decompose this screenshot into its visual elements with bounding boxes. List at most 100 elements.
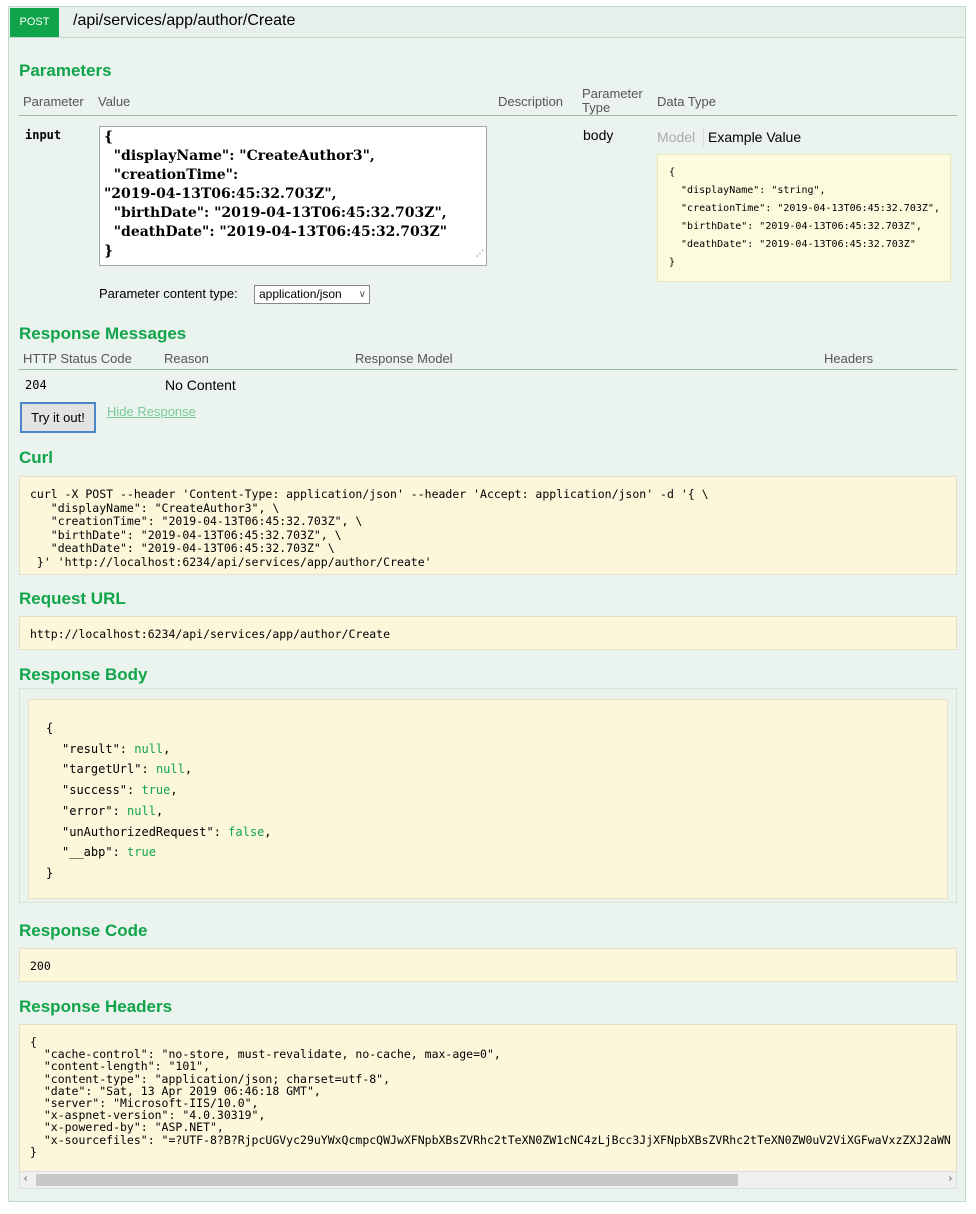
operation-header[interactable]: POST /api/services/app/author/Create	[9, 7, 965, 38]
try-it-out-button[interactable]: Try it out!	[20, 402, 96, 433]
example-line: "deathDate": "2019-04-13T06:45:32.703Z"	[669, 239, 916, 250]
param-type-value: body	[583, 127, 614, 143]
json-value: null	[155, 762, 185, 777]
json-value: true	[141, 783, 171, 798]
json-key: "__abp"	[62, 845, 113, 860]
example-line: }	[669, 257, 676, 268]
curl-title: Curl	[19, 448, 53, 467]
scrollbar-thumb[interactable]	[36, 1174, 738, 1186]
col-parameter-type-line2: Type	[582, 100, 611, 115]
json-key: "result"	[62, 741, 120, 756]
json-entry: "targetUrl": null,	[46, 759, 947, 780]
response-code-value[interactable]: 200	[19, 948, 957, 982]
col-description: Description	[498, 94, 564, 109]
reason-value: No Content	[165, 377, 236, 393]
chevron-down-icon: ∨	[358, 289, 366, 300]
response-body-frame: {"result": null, "targetUrl": null, "succe…	[19, 688, 957, 903]
json-entry: "result": null,	[46, 739, 947, 760]
header-line: "content-length": "101",	[30, 1059, 211, 1074]
horizontal-scrollbar[interactable]: ‹ ›	[19, 1171, 957, 1189]
hide-response-link[interactable]: Hide Response	[107, 404, 196, 419]
tab-model[interactable]: Model	[657, 129, 695, 145]
json-brace: {	[46, 721, 54, 735]
scroll-right-icon[interactable]: ›	[949, 1173, 952, 1184]
param-value-line: {	[104, 129, 114, 145]
response-headers-title: Response Headers	[19, 997, 173, 1016]
curl-command[interactable]: curl -X POST --header 'Content-Type: app…	[19, 476, 957, 575]
scroll-left-icon[interactable]: ‹	[24, 1173, 27, 1184]
example-value-snippet[interactable]: { "displayName": "string", "creationTime…	[657, 154, 951, 282]
param-value-line: "birthDate": "2019-04-13T06:45:32.703Z",	[104, 205, 447, 221]
json-entry: "__abp": true	[46, 842, 947, 863]
curl-line: "birthDate": "2019-04-13T06:45:32.703Z",…	[30, 527, 342, 542]
response-body[interactable]: {"result": null, "targetUrl": null, "succe…	[28, 699, 948, 899]
param-name: input	[25, 128, 62, 142]
request-url-title: Request URL	[19, 589, 126, 608]
json-separator: ,	[184, 762, 193, 777]
json-key: "error"	[62, 803, 113, 818]
json-key: "targetUrl"	[62, 762, 142, 777]
json-colon: :	[112, 845, 128, 860]
json-value: true	[127, 845, 156, 860]
param-value-textarea[interactable]: { "displayName": "CreateAuthor3", "creat…	[99, 126, 487, 266]
parameters-title: Parameters	[19, 61, 112, 80]
json-colon: :	[141, 762, 156, 777]
tab-example-value[interactable]: Example Value	[708, 129, 801, 145]
header-line: "x-sourcefiles": "=?UTF-8?B?RjpcUGVyc29u…	[30, 1132, 951, 1147]
divider	[19, 369, 957, 370]
col-parameter-type-line1: Parameter	[582, 86, 643, 101]
col-parameter: Parameter	[23, 94, 84, 109]
curl-line: curl -X POST --header 'Content-Type: app…	[30, 487, 709, 501]
status-code-value: 204	[25, 378, 47, 392]
curl-line: "deathDate": "2019-04-13T06:45:32.703Z" …	[30, 541, 335, 555]
json-colon: :	[112, 803, 128, 818]
content-type-selected: application/json	[259, 287, 342, 301]
json-colon: :	[127, 783, 142, 798]
json-key: "success"	[62, 783, 128, 798]
divider	[19, 115, 957, 116]
json-value: null	[127, 803, 156, 818]
param-value-line: }	[104, 243, 114, 259]
json-value: false	[228, 824, 265, 839]
response-messages-title: Response Messages	[19, 324, 187, 343]
example-line: "birthDate": "2019-04-13T06:45:32.703Z",	[669, 221, 922, 232]
response-code-title: Response Code	[19, 921, 148, 940]
resize-grip-icon[interactable]: ⋰	[476, 244, 484, 263]
col-status-code: HTTP Status Code	[23, 351, 132, 366]
json-separator: ,	[264, 824, 272, 839]
col-response-model: Response Model	[355, 351, 453, 366]
content-type-select[interactable]: application/json ∨	[254, 285, 370, 304]
example-line: {	[669, 167, 676, 178]
header-line: "x-powered-by": "ASP.NET",	[30, 1120, 224, 1135]
json-colon: :	[119, 741, 135, 756]
tab-divider	[703, 127, 704, 147]
json-separator: ,	[163, 741, 171, 756]
request-url-value[interactable]: http://localhost:6234/api/services/app/a…	[19, 616, 957, 650]
http-method-badge: POST	[10, 8, 59, 37]
json-separator: ,	[155, 803, 164, 818]
json-entry: "success": true,	[46, 780, 947, 801]
param-value-line: "displayName": "CreateAuthor3",	[104, 148, 375, 164]
example-line: "creationTime": "2019-04-13T06:45:32.703…	[669, 203, 940, 214]
col-parameter-type: Parameter Type	[582, 87, 643, 115]
param-value-line: "deathDate": "2019-04-13T06:45:32.703Z"	[104, 224, 448, 240]
response-body-title: Response Body	[19, 665, 148, 684]
json-entry: "error": null,	[46, 801, 947, 822]
col-data-type: Data Type	[657, 94, 717, 109]
endpoint-path[interactable]: /api/services/app/author/Create	[73, 12, 295, 30]
json-value: null	[134, 741, 164, 756]
curl-line: "creationTime": "2019-04-13T06:45:32.703…	[30, 514, 363, 528]
operation-panel: POST /api/services/app/author/Create Par…	[8, 6, 966, 1202]
curl-line: "displayName": "CreateAuthor3", \	[30, 500, 280, 515]
json-brace: }	[46, 865, 54, 880]
json-entry: "unAuthorizedRequest": false,	[46, 822, 947, 843]
header-line: "content-type": "application/json; chars…	[30, 1071, 391, 1086]
param-value-line: "2019-04-13T06:45:32.703Z",	[104, 186, 337, 202]
param-value-line: "creationTime":	[104, 167, 239, 183]
json-colon: :	[213, 824, 229, 839]
col-value: Value	[98, 94, 131, 109]
header-line: }	[30, 1144, 37, 1159]
curl-line: }' 'http://localhost:6234/api/services/a…	[30, 554, 432, 569]
col-reason: Reason	[164, 351, 209, 366]
response-headers[interactable]: { "cache-control": "no-store, must-reval…	[19, 1024, 957, 1188]
